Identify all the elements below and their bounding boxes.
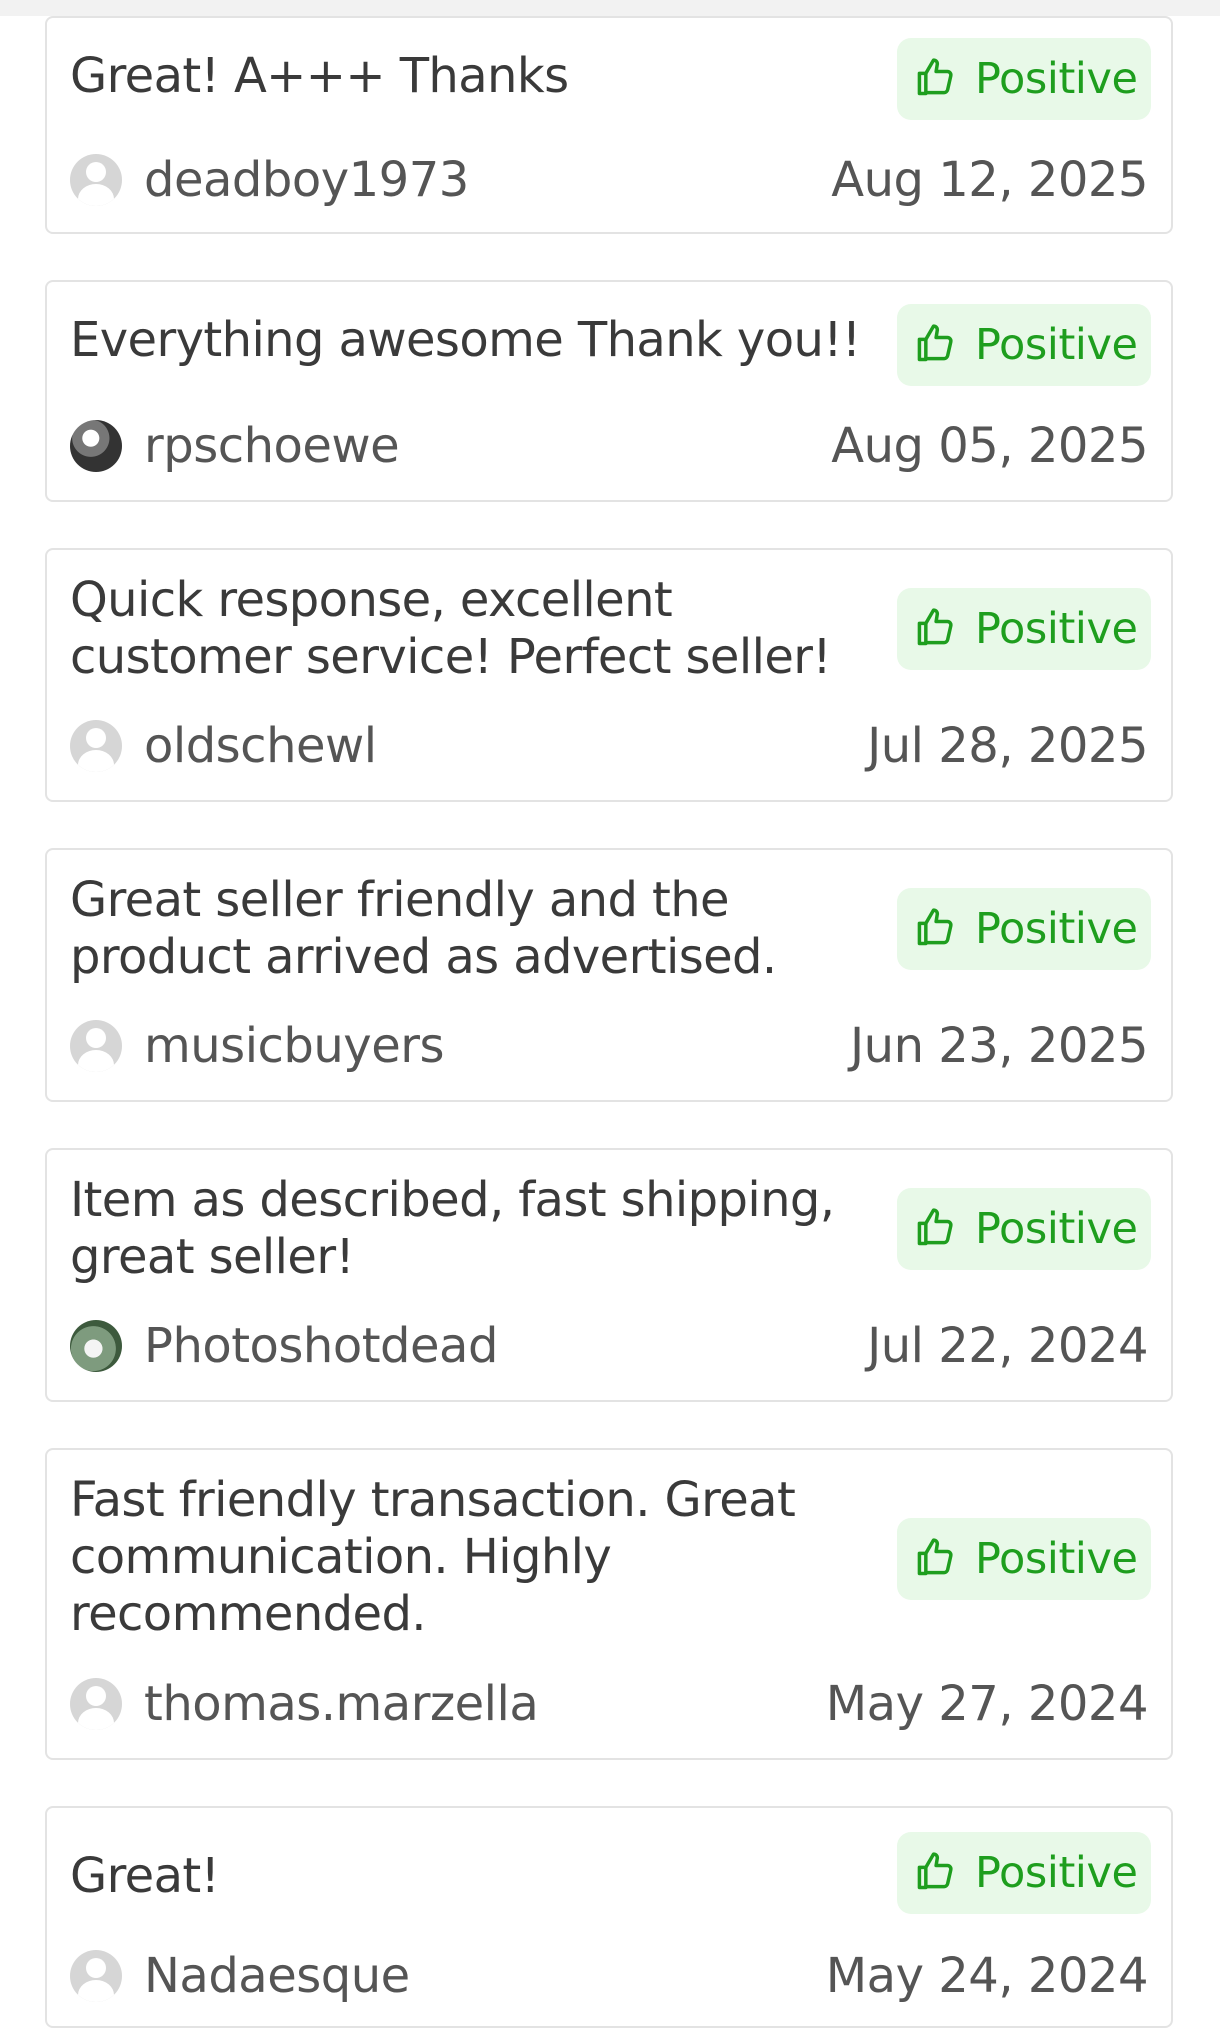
- thumbs-up-icon: [913, 905, 957, 953]
- feedback-card: Quick response, excellent customer servi…: [45, 548, 1173, 802]
- thumbs-up-icon: [913, 321, 957, 369]
- positive-badge: Positive: [897, 1518, 1151, 1600]
- feedback-meta: Nadaesque May 24, 2024: [70, 1948, 1149, 2004]
- default-avatar: [70, 720, 122, 772]
- positive-badge: Positive: [897, 588, 1151, 670]
- positive-badge: Positive: [897, 888, 1151, 970]
- feedback-card: Great! Positive Nadaesque May 24, 2024: [45, 1806, 1173, 2028]
- feedback-date: Jul 22, 2024: [867, 1318, 1148, 1374]
- positive-badge: Positive: [897, 1188, 1151, 1270]
- thumbs-up-icon: [913, 1849, 957, 1897]
- feedback-card: Great! A+++ Thanks Positive deadboy1973 …: [45, 16, 1173, 234]
- feedback-card: Great seller friendly and the product ar…: [45, 848, 1173, 1102]
- feedback-card: Item as described, fast shipping, great …: [45, 1148, 1173, 1402]
- feedback-date: Aug 12, 2025: [831, 152, 1148, 208]
- username[interactable]: oldschewl: [144, 718, 377, 774]
- default-avatar: [70, 154, 122, 206]
- default-avatar: [70, 1020, 122, 1072]
- thumbs-up-icon: [913, 1535, 957, 1583]
- rating-label: Positive: [975, 1534, 1138, 1584]
- feedback-date: Aug 05, 2025: [831, 418, 1148, 474]
- positive-badge: Positive: [897, 304, 1151, 386]
- feedback-comment: Quick response, excellent customer servi…: [70, 572, 832, 685]
- feedback-meta: thomas.marzella May 27, 2024: [70, 1676, 1149, 1732]
- feedback-meta: musicbuyers Jun 23, 2025: [70, 1018, 1149, 1074]
- feedback-comment: Everything awesome Thank you!!: [70, 312, 861, 368]
- positive-badge: Positive: [897, 1832, 1151, 1914]
- feedback-meta: Photoshotdead Jul 22, 2024: [70, 1318, 1148, 1374]
- feedback-comment: Item as described, fast shipping, great …: [70, 1172, 835, 1285]
- rating-label: Positive: [975, 320, 1138, 370]
- username[interactable]: Nadaesque: [144, 1948, 410, 2004]
- feedback-comment: Great seller friendly and the product ar…: [70, 872, 777, 985]
- username[interactable]: deadboy1973: [144, 152, 469, 208]
- rating-label: Positive: [975, 1848, 1138, 1898]
- feedback-card: Fast friendly transaction. Great communi…: [45, 1448, 1173, 1760]
- feedback-comment: Great!: [70, 1848, 220, 1904]
- thumbs-up-icon: [913, 1205, 957, 1253]
- feedback-date: May 27, 2024: [825, 1676, 1149, 1732]
- username[interactable]: rpschoewe: [144, 418, 400, 474]
- feedback-date: Jul 28, 2025: [867, 718, 1148, 774]
- feedback-date: May 24, 2024: [825, 1948, 1149, 2004]
- feedback-card: Everything awesome Thank you!! Positive …: [45, 280, 1173, 502]
- thumbs-up-icon: [913, 55, 957, 103]
- feedback-meta: rpschoewe Aug 05, 2025: [70, 418, 1148, 474]
- user-photo-avatar: [70, 420, 122, 472]
- user-photo-avatar: [70, 1320, 122, 1372]
- rating-label: Positive: [975, 54, 1138, 104]
- thumbs-up-icon: [913, 605, 957, 653]
- rating-label: Positive: [975, 604, 1138, 654]
- username[interactable]: thomas.marzella: [144, 1676, 539, 1732]
- feedback-comment: Great! A+++ Thanks: [70, 48, 569, 104]
- feedback-meta: deadboy1973 Aug 12, 2025: [70, 152, 1148, 208]
- rating-label: Positive: [975, 904, 1138, 954]
- rating-label: Positive: [975, 1204, 1138, 1254]
- top-band: [0, 0, 1220, 16]
- default-avatar: [70, 1950, 122, 2002]
- feedback-date: Jun 23, 2025: [849, 1018, 1149, 1074]
- feedback-meta: oldschewl Jul 28, 2025: [70, 718, 1148, 774]
- positive-badge: Positive: [897, 38, 1151, 120]
- default-avatar: [70, 1678, 122, 1730]
- username[interactable]: Photoshotdead: [144, 1318, 498, 1374]
- feedback-comment: Fast friendly transaction. Great communi…: [70, 1472, 796, 1642]
- username[interactable]: musicbuyers: [144, 1018, 444, 1074]
